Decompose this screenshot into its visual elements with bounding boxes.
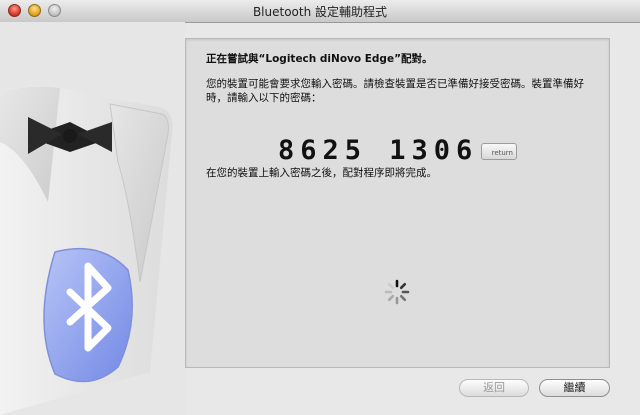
back-button[interactable]: 返回: [459, 379, 529, 397]
completion-note: 在您的裝置上輸入密碼之後，配對程序即將完成。: [206, 167, 437, 179]
assistant-window: Bluetooth 設定輔助程式 正在嘗試與“Logitech diNovo E…: [0, 0, 640, 415]
passcode: 8625 1306: [278, 135, 479, 166]
return-key-icon: return: [481, 143, 517, 160]
tuxedo-bluetooth-illustration: [0, 22, 185, 415]
loading-spinner-icon: [384, 279, 410, 305]
pairing-panel: 正在嘗試與“Logitech diNovo Edge”配對。 您的裝置可能會要求…: [185, 38, 610, 368]
window-title: Bluetooth 設定輔助程式: [252, 5, 388, 19]
pairing-heading: 正在嘗試與“Logitech diNovo Edge”配對。: [206, 53, 433, 65]
pairing-instructions: 您的裝置可能會要求您輸入密碼。請檢查裝置是否已準備好接受密碼。裝置準備好時，請輸…: [206, 78, 584, 104]
title-bar[interactable]: Bluetooth 設定輔助程式: [0, 0, 640, 23]
continue-button[interactable]: 繼續: [539, 379, 610, 397]
bluetooth-icon: [43, 247, 133, 383]
